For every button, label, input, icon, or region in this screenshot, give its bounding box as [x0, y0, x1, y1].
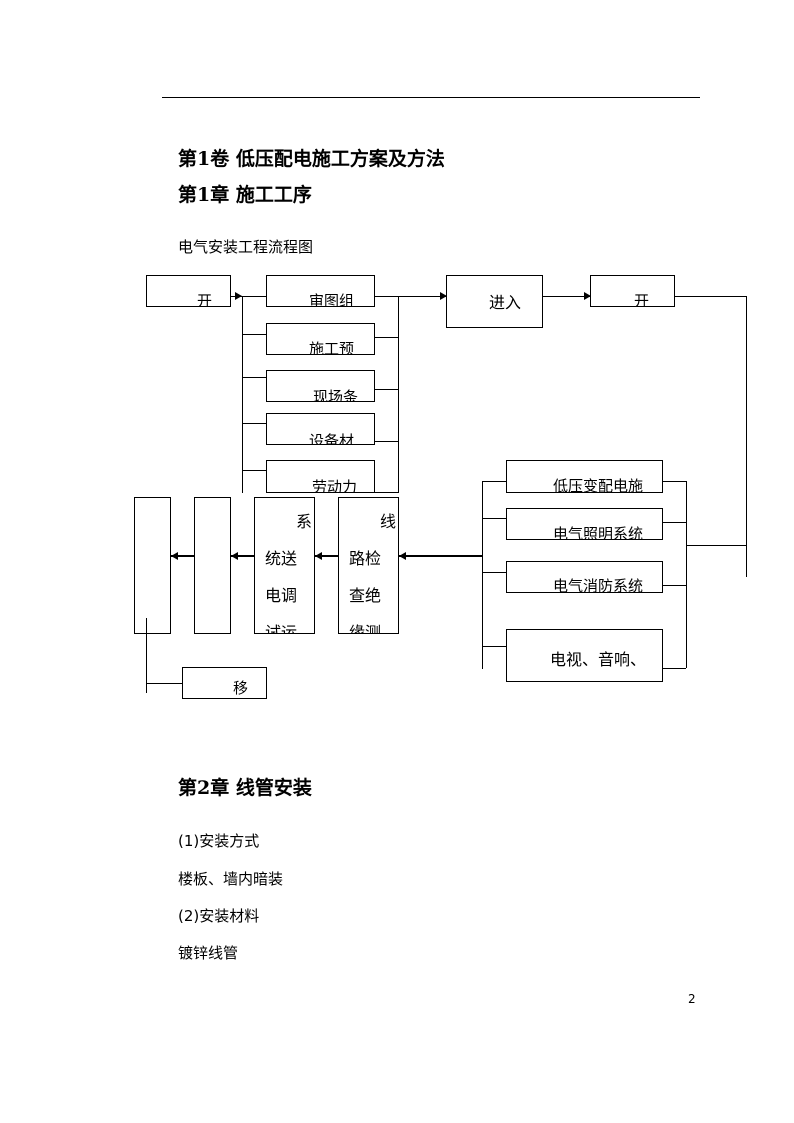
connector: [482, 518, 506, 519]
connector: [663, 585, 686, 586]
connector: [242, 334, 266, 335]
flow-box-label: 路检: [349, 549, 382, 568]
arrow-right-icon: [235, 292, 242, 300]
chapter2-item: (2)安装材料: [178, 907, 260, 925]
chapter1-title: 第1章 施工工序: [178, 184, 312, 206]
connector: [242, 377, 266, 378]
flow-box-system-debug: 系 统送 电调 试运: [254, 497, 315, 634]
arrow-left-icon: [171, 552, 178, 560]
connector: [375, 441, 398, 442]
flow-box-label: 电视、音响、: [550, 650, 647, 669]
connector: [375, 337, 398, 338]
flow-box-system: 电气照明系统: [506, 508, 663, 540]
connector: [398, 555, 482, 557]
flow-box-prep: 现场条: [266, 370, 375, 402]
flow-box-prep: 施工预: [266, 323, 375, 355]
connector: [663, 481, 686, 482]
connector: [242, 296, 243, 493]
connector: [375, 492, 398, 493]
flowchart-caption: 电气安装工程流程图: [178, 238, 314, 256]
flow-box-handover: 移: [182, 667, 267, 699]
flow-box-label: 低压变配电施: [553, 477, 644, 493]
connector: [482, 481, 506, 482]
connector: [398, 296, 446, 297]
connector: [663, 668, 686, 669]
connector: [242, 296, 266, 297]
flow-box-start: 开: [146, 275, 231, 307]
flow-box-enter: 进入: [446, 275, 543, 328]
arrow-left-icon: [399, 552, 406, 560]
volume-title: 第1卷 低压配电施工方案及方法: [178, 148, 445, 170]
chapter2-item: 楼板、墙内暗装: [178, 870, 284, 888]
connector: [375, 296, 398, 297]
flow-box-label: 线: [380, 512, 397, 531]
connector: [482, 646, 506, 647]
chapter2-item: 镀锌线管: [178, 944, 239, 962]
connector: [543, 296, 590, 297]
arrow-left-icon: [315, 552, 322, 560]
flow-box-label: 审图组: [309, 292, 355, 307]
flow-box-blank-1: [194, 497, 231, 634]
flow-box-label: 试运: [265, 623, 298, 634]
connector: [242, 470, 266, 471]
flow-box-prep: 设备材: [266, 413, 375, 445]
connector: [242, 423, 266, 424]
flow-box-label: 劳动力: [312, 478, 358, 493]
flow-box-system: 电气消防系统: [506, 561, 663, 593]
connector: [675, 296, 746, 297]
chapter2-item: (1)安装方式: [178, 832, 260, 850]
flow-box-system: 低压变配电施: [506, 460, 663, 493]
connector: [482, 572, 506, 573]
flow-box-label: 开: [634, 292, 650, 307]
connector: [375, 389, 398, 390]
flow-box-label: 统送: [265, 549, 298, 568]
connector: [482, 481, 483, 669]
flow-box-label: 电气照明系统: [553, 525, 644, 540]
flow-box-line-check: 线 路检 查绝 缘测: [338, 497, 399, 634]
connector: [663, 522, 686, 523]
flow-box-prep: 劳动力: [266, 460, 375, 493]
flow-box-start2: 开: [590, 275, 675, 307]
flow-box-label: 进入: [489, 293, 522, 312]
connector: [746, 296, 747, 577]
connector: [146, 618, 147, 693]
chapter2-title: 第2章 线管安装: [178, 777, 312, 799]
page-number: 2: [688, 992, 696, 1006]
flow-box-label: 系: [296, 512, 313, 531]
header-rule: [162, 97, 700, 98]
flow-box-label: 电调: [265, 586, 298, 605]
flow-box-label: 施工预: [309, 340, 355, 355]
connector: [686, 481, 687, 668]
flow-box-label: 设备材: [309, 432, 355, 445]
flow-box-label: 查绝: [349, 586, 382, 605]
flow-box-blank-2: [134, 497, 171, 634]
flow-box-prep: 审图组: [266, 275, 375, 307]
connector: [146, 683, 182, 684]
flow-box-label: 开: [197, 292, 213, 307]
flow-box-label: 现场条: [313, 388, 359, 402]
arrow-left-icon: [231, 552, 238, 560]
flow-box-label: 电气消防系统: [553, 577, 644, 593]
flow-box-system: 电视、音响、: [506, 629, 663, 682]
flow-box-label: 移: [233, 679, 249, 697]
connector: [686, 545, 746, 546]
connector: [398, 296, 399, 493]
flow-box-label: 缘测: [349, 623, 382, 634]
